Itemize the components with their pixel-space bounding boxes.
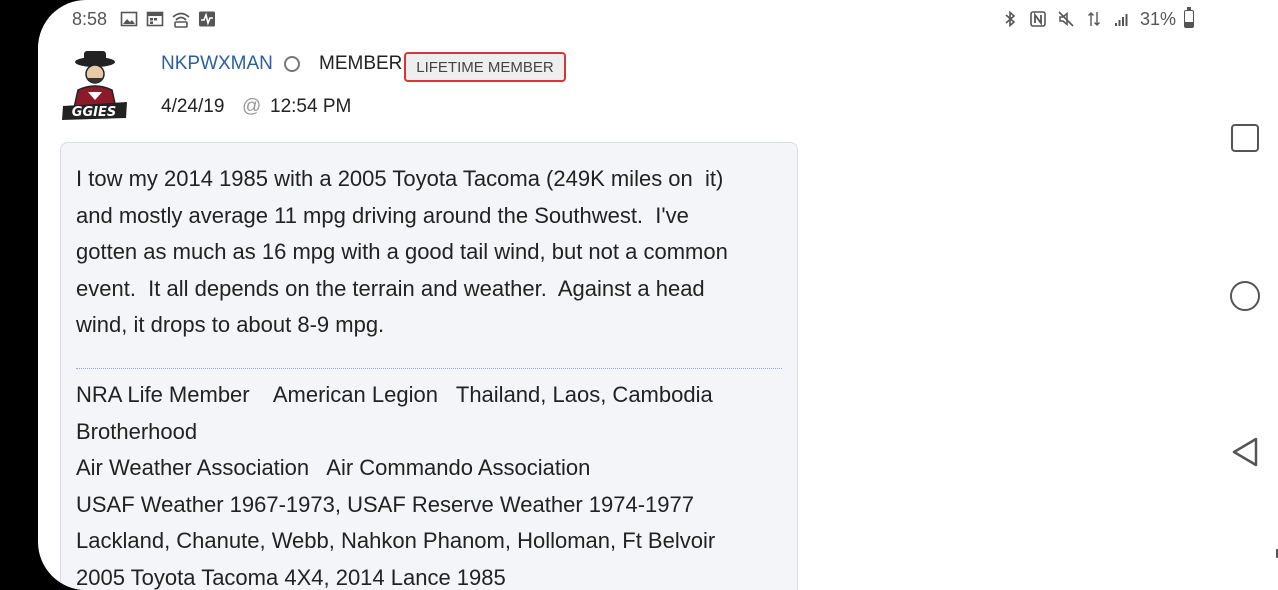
signature-line: USAF Weather 1967-1973, USAF Reserve Wea… bbox=[76, 491, 694, 517]
signature-line: NRA Life Member American Legion Thailand… bbox=[76, 382, 713, 407]
nfc-icon bbox=[1028, 9, 1048, 29]
message-box: I tow my 2014 1985 with a 2005 Toyota Ta… bbox=[60, 142, 798, 590]
status-bar-right: 31% bbox=[1000, 7, 1195, 30]
wifi-hotspot-icon bbox=[171, 9, 191, 29]
signature-line: Brotherhood bbox=[76, 418, 198, 444]
status-time: 8:58 bbox=[72, 8, 108, 29]
signature-line: Air Weather Association Air Commando Ass… bbox=[76, 455, 591, 480]
battery-percent: 31% bbox=[1140, 8, 1177, 29]
member-role: MEMBER bbox=[319, 53, 403, 74]
status-bar-left: 8:58 bbox=[72, 8, 217, 30]
signal-icon bbox=[1112, 9, 1132, 29]
signature: NRA Life Member American Legion Thailand… bbox=[76, 377, 786, 590]
signature-line: Lackland, Chanute, Webb, Nahkon Phanom, … bbox=[76, 528, 716, 553]
post-at-symbol: @ bbox=[242, 96, 262, 117]
back-button[interactable] bbox=[1230, 436, 1260, 468]
battery-icon bbox=[1184, 7, 1195, 28]
home-button[interactable] bbox=[1230, 281, 1260, 311]
calendar-icon bbox=[145, 9, 165, 29]
mute-icon bbox=[1056, 9, 1076, 29]
username-link[interactable]: NKPWXMAN bbox=[161, 53, 273, 75]
screen: 8:58 31% GGIES NKPWXMAN MEMBER LIFETIME … bbox=[38, 0, 1278, 590]
lifetime-member-badge: LIFETIME MEMBER bbox=[404, 52, 566, 82]
post-date: 4/24/19 bbox=[161, 96, 225, 117]
bluetooth-icon bbox=[1000, 9, 1020, 29]
online-status-icon bbox=[284, 56, 300, 72]
signature-line: 2005 Toyota Tacoma 4X4, 2014 Lance 1985 bbox=[76, 564, 506, 590]
activity-icon bbox=[197, 9, 217, 29]
user-avatar[interactable]: GGIES bbox=[58, 48, 132, 122]
post-time: 12:54 PM bbox=[270, 96, 352, 117]
recent-apps-button[interactable] bbox=[1231, 124, 1259, 152]
signature-divider bbox=[76, 368, 782, 369]
data-arrows-icon bbox=[1084, 9, 1104, 29]
image-icon bbox=[119, 9, 139, 29]
svg-text:GGIES: GGIES bbox=[72, 105, 116, 120]
message-body: I tow my 2014 1985 with a 2005 Toyota Ta… bbox=[76, 166, 728, 337]
